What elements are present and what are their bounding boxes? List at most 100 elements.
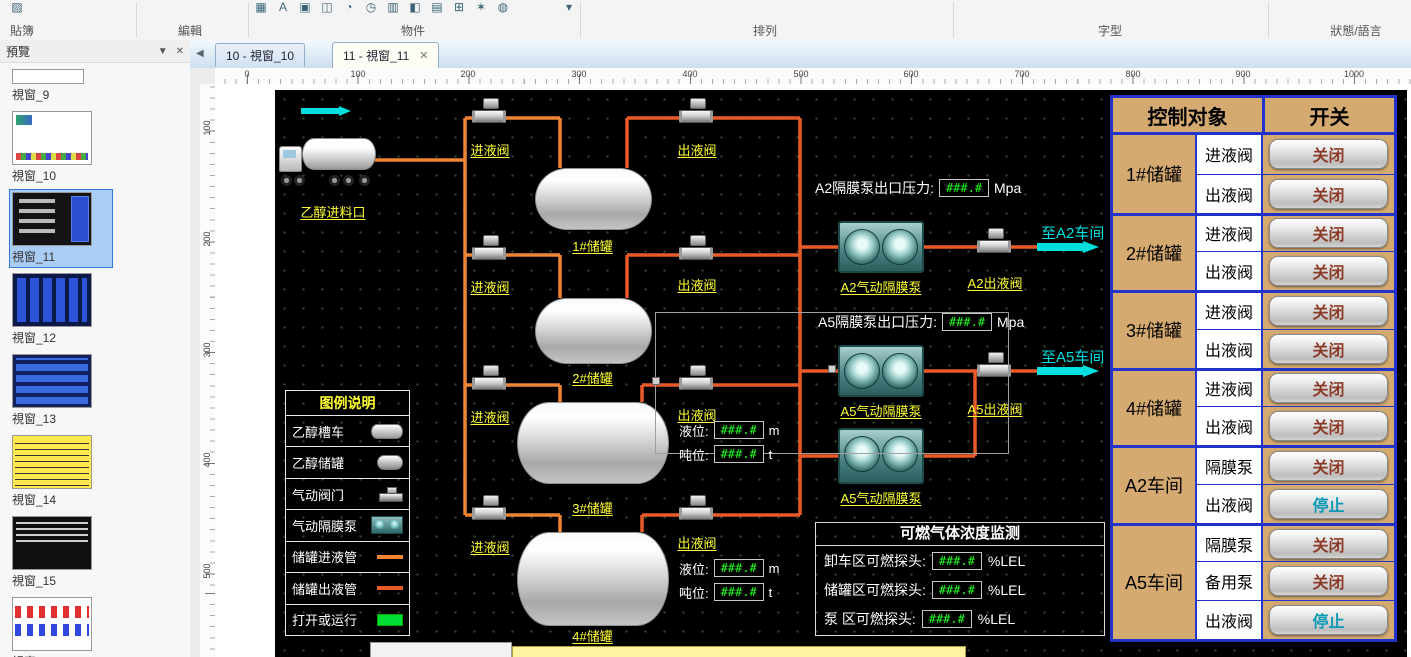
- inlet-valve-2-icon[interactable]: [472, 235, 508, 265]
- gas-display[interactable]: ###.#: [932, 552, 982, 570]
- valve-label[interactable]: 进液阀: [460, 407, 520, 426]
- legend-pump-icon: [371, 516, 403, 534]
- a2-diaphragm-pump-icon[interactable]: [838, 221, 924, 273]
- valve-label[interactable]: 出液阀: [667, 533, 727, 552]
- tank4-level-readout[interactable]: 液位: ###.# m: [679, 558, 779, 578]
- tab-close-icon[interactable]: ✕: [419, 49, 428, 62]
- valve-label[interactable]: A2出液阀: [955, 273, 1035, 292]
- panel-dropdown-icon[interactable]: ▼: [158, 46, 168, 57]
- selection-handle[interactable]: [828, 365, 836, 373]
- tab-window-10[interactable]: 10 - 視窗_10: [215, 43, 305, 67]
- inlet-valve-1-icon[interactable]: [472, 98, 508, 128]
- data-block-object-icon[interactable]: ⊞: [450, 0, 468, 15]
- to-a5-workshop-label[interactable]: 至A5车间: [1041, 346, 1104, 367]
- gas-monitor-box[interactable]: 可燃气体浓度监测 卸车区可燃探头: ###.# %LEL 储罐区可燃探头: ##…: [815, 522, 1105, 636]
- pump-label[interactable]: A5气动隔膜泵: [828, 488, 934, 507]
- level-display[interactable]: ###.#: [714, 421, 764, 439]
- window-thumbnail-11-selected[interactable]: 視窗_11: [10, 190, 112, 267]
- tank4-inlet-valve-button[interactable]: 关闭: [1269, 373, 1388, 403]
- window-thumbnail-14[interactable]: 視窗_14: [10, 433, 112, 510]
- tab-window-11[interactable]: 11 - 視窗_11 ✕: [332, 42, 439, 68]
- level-unit: m: [769, 561, 780, 576]
- window-thumbnail-13[interactable]: 視窗_13: [10, 352, 112, 429]
- window-thumbnail-12[interactable]: 視窗_12: [10, 271, 112, 348]
- gas-display[interactable]: ###.#: [932, 581, 982, 599]
- panel-close-icon[interactable]: ✕: [176, 46, 184, 57]
- tank2-outlet-valve-button[interactable]: 关闭: [1269, 256, 1388, 286]
- inlet-valve-3-icon[interactable]: [472, 365, 508, 395]
- picture-object-icon[interactable]: ▣: [296, 0, 314, 15]
- outlet-valve-2-icon[interactable]: [679, 235, 715, 265]
- text-object-icon[interactable]: A: [274, 0, 292, 15]
- outlet-valve-1-icon[interactable]: [679, 98, 715, 128]
- ethanol-truck-icon[interactable]: [279, 124, 379, 188]
- storage-tank-2-icon[interactable]: [535, 298, 652, 364]
- tank2-inlet-valve-button[interactable]: 关闭: [1269, 218, 1388, 248]
- tank-label[interactable]: 4#储罐: [550, 626, 635, 645]
- toolbar-separator: [580, 2, 581, 38]
- row-button-cell: 停止: [1263, 600, 1394, 639]
- thumbnail-label: 視窗_12: [12, 329, 110, 346]
- window-thumbnail-10[interactable]: 視窗_10: [10, 109, 112, 186]
- outlet-valve-4-icon[interactable]: [679, 495, 715, 525]
- tank4-outlet-valve-button[interactable]: 关闭: [1269, 411, 1388, 441]
- favorites-icon[interactable]: ✶: [472, 0, 490, 15]
- tank3-inlet-valve-button[interactable]: 关闭: [1269, 296, 1388, 326]
- valve-label[interactable]: 进液阀: [460, 277, 520, 296]
- storage-tank-1-icon[interactable]: [535, 168, 652, 230]
- a5-outlet-valve-button[interactable]: 停止: [1269, 605, 1388, 635]
- bar-graph-object-icon[interactable]: ▥: [384, 0, 402, 15]
- tank3-outlet-valve-button[interactable]: 关闭: [1269, 334, 1388, 364]
- tank-label[interactable]: 3#储罐: [550, 498, 635, 517]
- valve-label[interactable]: 出液阀: [667, 275, 727, 294]
- tank3-tonnage-readout[interactable]: 吨位: ###.# t: [679, 444, 772, 464]
- pump-label[interactable]: A2气动隔膜泵: [828, 277, 934, 296]
- gas-display[interactable]: ###.#: [922, 610, 972, 628]
- a2-pressure-readout[interactable]: A2隔膜泵出口压力: ###.# Mpa: [815, 178, 1021, 198]
- partial-yellow-table[interactable]: [512, 646, 966, 657]
- legend-box[interactable]: 图例说明 乙醇槽车 乙醇储罐 气动阀门 气动隔膜泵: [285, 390, 410, 636]
- tank-label[interactable]: 1#储罐: [550, 236, 635, 255]
- valve-label[interactable]: 出液阀: [667, 140, 727, 159]
- tank3-level-readout[interactable]: 液位: ###.# m: [679, 420, 779, 440]
- table-object-icon[interactable]: ▦: [252, 0, 270, 15]
- history-object-icon[interactable]: ▤: [428, 0, 446, 15]
- tank1-inlet-valve-button[interactable]: 关闭: [1269, 139, 1388, 169]
- clock-object-icon[interactable]: ◷: [362, 0, 380, 15]
- paste-icon[interactable]: ▨: [8, 0, 26, 15]
- level-display[interactable]: ###.#: [714, 445, 764, 463]
- meter-object-icon[interactable]: ◔: [340, 0, 358, 15]
- trend-object-icon[interactable]: ◧: [406, 0, 424, 15]
- more-objects-dropdown-icon[interactable]: ▾: [560, 0, 578, 15]
- a5-backup-pump-button[interactable]: 关闭: [1269, 566, 1388, 596]
- a2-outlet-valve-icon[interactable]: [977, 228, 1013, 258]
- legend-row: 气动阀门: [286, 479, 409, 510]
- a2-outlet-valve-button[interactable]: 停止: [1269, 489, 1388, 519]
- scada-diagram[interactable]: 乙醇进料口 进液阀 出液阀 进液阀 出液阀 进液阀 出液阀 进液阀 出液阀 A2…: [275, 90, 1407, 657]
- preview-panel: 預覽 ▼ ✕ 視窗_9 視窗_10 視窗_11 視窗_12: [0, 40, 191, 657]
- window-thumbnail-15[interactable]: 視窗_15: [10, 514, 112, 591]
- inlet-valve-4-icon[interactable]: [472, 495, 508, 525]
- valve-label[interactable]: 进液阀: [460, 537, 520, 556]
- to-a2-workshop-label[interactable]: 至A2车间: [1041, 222, 1104, 243]
- media-object-icon[interactable]: ◍: [494, 0, 512, 15]
- partial-widget[interactable]: [370, 642, 512, 657]
- window-thumbnail-9[interactable]: 視窗_9: [10, 67, 112, 105]
- valve-label[interactable]: 进液阀: [460, 140, 520, 159]
- tank1-outlet-valve-button[interactable]: 关闭: [1269, 179, 1388, 209]
- level-display[interactable]: ###.#: [714, 583, 764, 601]
- tab-scroll-left-button[interactable]: ◀: [196, 48, 204, 59]
- storage-tank-4-icon[interactable]: [517, 532, 669, 626]
- ruler-number: 300: [202, 337, 212, 363]
- storage-tank-3-icon[interactable]: [517, 402, 669, 484]
- window-thumbnail-16[interactable]: 視窗_16: [10, 595, 112, 657]
- window-object-icon[interactable]: ◫: [318, 0, 336, 15]
- a2-pump-button[interactable]: 关闭: [1269, 451, 1388, 481]
- tank-label[interactable]: 2#储罐: [550, 368, 635, 387]
- feed-port-label[interactable]: 乙醇进料口: [287, 202, 379, 221]
- pressure-display[interactable]: ###.#: [939, 179, 989, 197]
- tank4-tonnage-readout[interactable]: 吨位: ###.# t: [679, 582, 772, 602]
- selection-handle[interactable]: [652, 377, 660, 385]
- level-display[interactable]: ###.#: [714, 559, 764, 577]
- a5-pump-button[interactable]: 关闭: [1269, 529, 1388, 559]
